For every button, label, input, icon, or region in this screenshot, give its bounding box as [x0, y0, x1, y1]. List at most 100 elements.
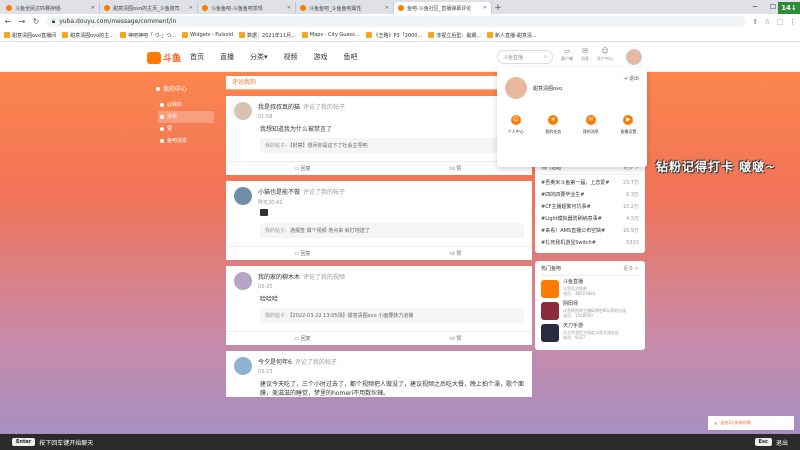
bookmark-item[interactable]: 甜意清囿ovo的主... [62, 32, 114, 39]
like-label: 赞 [456, 166, 462, 172]
bookmark-item[interactable]: 非视立后型：最期... [428, 32, 481, 39]
dropdown-menu-item[interactable]: ▶ 直播设置 [620, 115, 636, 135]
hot-topic-row[interactable]: #Light模拟器防刷纳意事# 4.5万 [541, 213, 639, 225]
nav-link[interactable]: 鱼吧 [344, 52, 358, 62]
header-icon-label: 消息 [581, 56, 589, 61]
like-button[interactable]: 👍︎ 赞 [379, 247, 532, 260]
new-tab-icon[interactable]: + [492, 2, 504, 14]
nav-link[interactable]: 首页 [190, 52, 204, 62]
quoted-post[interactable]: 我的帖子：【封禁】想问你是这下了社会主导吧 [260, 138, 524, 153]
commenter-avatar[interactable] [234, 102, 252, 120]
commenter-name[interactable]: 我是叔叔真的猫 [258, 104, 300, 111]
comment-text: 建议今天吃了，三个小时过去了，都个视频把人做没了，建议视频之后吃大餐，晚上拍个澡… [260, 381, 525, 397]
live-settings-icon: ▶ [623, 115, 634, 125]
hot-bar-row[interactable]: 斗鱼直播 斗鱼官方鱼吧 成员：48023883 [541, 279, 639, 298]
comment-header: 我是叔叔真的猫 评论了我的帖子 01:58 [234, 102, 524, 120]
hot-topic-row[interactable]: #扎死我机游显Switch# 5333 [541, 237, 639, 249]
bookmark-item[interactable]: 甜意清囿ovo直播间 [4, 32, 56, 39]
bookmark-item[interactable]: 新人直播-甜意清... [487, 32, 537, 39]
forward-icon[interactable]: → [18, 17, 26, 26]
header-icon-item[interactable]: ✉ 消息 [581, 47, 589, 62]
nav-link[interactable]: 游戏 [314, 52, 328, 62]
tab-close-icon[interactable]: ✕ [91, 5, 95, 11]
like-button[interactable]: 👍︎ 赞 [379, 332, 532, 345]
gift-notice[interactable]: ✉ 送给1位新来的哦 [708, 416, 794, 430]
dropdown-menu-item[interactable]: ★ 我的任务 [545, 115, 561, 135]
tab-close-icon[interactable]: ✕ [287, 5, 291, 11]
hot-topic-row[interactable]: #来看！AMS直播公布空缺# 16.9万 [541, 225, 639, 237]
site-logo[interactable]: 斗鱼 [147, 51, 181, 64]
browser-tab[interactable]: 斗鱼鱼吧-斗鱼鱼吧发现 ✕ [198, 2, 296, 14]
browser-tab[interactable]: 鱼吧-斗鱼社区_直播弹幕评论 ✕ [394, 2, 492, 14]
reply-button[interactable]: ▭ 回复 [226, 332, 379, 345]
commenter-avatar[interactable] [234, 187, 252, 205]
comment-meta: 我是叔叔真的猫 评论了我的帖子 01:58 [258, 102, 345, 120]
menu-icon[interactable]: ⋮ [789, 18, 796, 26]
search-input[interactable]: 斗鱼直播 ⌕ [497, 50, 553, 64]
sidebar-item[interactable]: 评论 [158, 111, 214, 123]
tab-close-icon[interactable]: ✕ [483, 5, 487, 11]
url-input[interactable]: 🔒︎ yuba.douyu.com/message/comment/in [46, 16, 747, 27]
reply-button[interactable]: ▭ 回复 [226, 162, 379, 175]
star-icon[interactable]: ☆ [764, 18, 770, 26]
tab-close-icon[interactable]: ✕ [189, 5, 193, 11]
quoted-post[interactable]: 我的帖子：【2022-03-22 13:05场】甜意清囿ovo 小面要转力道播 [260, 308, 524, 323]
browser-tab[interactable]: 甜意清囿ovo的主页_斗鱼搜司 ✕ [100, 2, 198, 14]
hot-topic-row[interactable]: #CF主播超繁可坑事# 15.2万 [541, 201, 639, 213]
commenter-name[interactable]: 今夕是何年6 [258, 359, 292, 366]
hot-bars-more[interactable]: 更多 > [623, 265, 639, 272]
reply-button[interactable]: ▭ 回复 [226, 247, 379, 260]
hot-topic-row[interactable]: #吾奥米斗鱼第一届，上恋爱# 23.7万 [541, 177, 639, 189]
bookmark-item[interactable]: 数据：2021年11月... [239, 32, 296, 39]
bar-thumbnail [541, 324, 559, 342]
user-avatar[interactable] [626, 49, 642, 65]
hot-bar-row[interactable]: 天刀手游 天刀手游官方指定斗鱼交流社区 成员：9327 [541, 323, 639, 342]
share-icon[interactable]: ⇪ [752, 18, 758, 26]
hot-bar-row[interactable]: 阴阳师 斗鱼阴阳师主播&阴阳师玩家的乐园 成员：1500000 [541, 301, 639, 320]
dropdown-username[interactable]: 甜意清囿ovo [533, 85, 562, 92]
sidebar-item[interactable]: 鱼吧消息 [160, 135, 220, 147]
bookmark-icon [182, 32, 189, 38]
quote-prefix: 我的帖子： [265, 313, 291, 319]
comment-meta: 今夕是何年6 评论了我的帖子 03-23 [258, 357, 337, 375]
logout-button[interactable]: ⇥ 退出 [623, 75, 639, 82]
bookmark-icon [119, 32, 126, 38]
back-icon[interactable]: ← [4, 17, 12, 26]
minimize-icon[interactable]: ─ [746, 0, 764, 14]
chat-bar[interactable]: Enter 按下回车键开始聊天 Esc 退出 [0, 434, 800, 450]
header-icon-item[interactable]: ▭ 客户端 [561, 47, 573, 62]
comment-header: 今夕是何年6 评论了我的帖子 03-23 [234, 357, 524, 375]
tab-comments-received[interactable]: 评论我的 [226, 76, 532, 90]
quoted-post[interactable]: 我的帖子：通报签 做个视频 地点来 就打地送了 [260, 223, 524, 238]
dropdown-menu-item[interactable]: ☺ 个人中心 [508, 115, 524, 135]
commenter-name[interactable]: 我的家的柳木木 [258, 274, 300, 281]
bar-info: 天刀手游 天刀手游官方指定斗鱼交流社区 成员：9327 [563, 323, 619, 342]
header-icon-item[interactable]: ☺ 开户中心 [597, 47, 613, 62]
browser-tab[interactable]: 斗鱼全民达匹赛存储- ✕ [2, 2, 100, 14]
bookmark-item[interactable]: 《王略》P3「2000... [365, 32, 422, 39]
nav-link[interactable]: 分类▾ [250, 52, 268, 62]
dropdown-avatar[interactable] [505, 77, 527, 99]
bookmark-item[interactable]: Maps - City Guess... [301, 32, 360, 38]
dropdown-menu-item[interactable]: ✉ 我的消息 [583, 115, 599, 135]
comment-card: 我是叔叔真的猫 评论了我的帖子 01:58 我想知道我为什么被禁言了 我的帖子：【封禁】… [226, 96, 532, 175]
nav-link[interactable]: 直播 [220, 52, 234, 62]
search-icon[interactable]: ⌕ [544, 54, 547, 60]
bookmark-item[interactable]: Widgets - Pulsoid [182, 32, 233, 38]
extensions-icon[interactable]: ⬚ [776, 18, 783, 26]
hot-topic-row[interactable]: #四的四要毕业生# 6.3万 [541, 189, 639, 201]
hot-topic-count: 5333 [626, 240, 639, 246]
bookmark-item[interactable]: 神吧神吧「 づ-」つ... [119, 32, 176, 39]
commenter-avatar[interactable] [234, 357, 252, 375]
reload-icon[interactable]: ↻ [32, 17, 40, 26]
message-icon: ✉ [585, 115, 596, 125]
tab-close-icon[interactable]: ✕ [385, 5, 389, 11]
browser-tab[interactable]: 斗鱼鱼吧_斗鱼鱼吧属性 ✕ [296, 2, 394, 14]
commenter-avatar[interactable] [234, 272, 252, 290]
commenter-name[interactable]: 小猫也是能不做 [258, 189, 300, 196]
nav-link[interactable]: 视频 [284, 52, 298, 62]
sidebar-item[interactable]: 赞 [160, 123, 220, 135]
right-column: 热门话题 更多 > #吾奥米斗鱼第一届，上恋爱# 23.7万 #四的四要毕业生# 6.… [535, 160, 645, 358]
reply-label: 回复 [300, 166, 311, 172]
sidebar-item[interactable]: @我的 [160, 99, 220, 111]
